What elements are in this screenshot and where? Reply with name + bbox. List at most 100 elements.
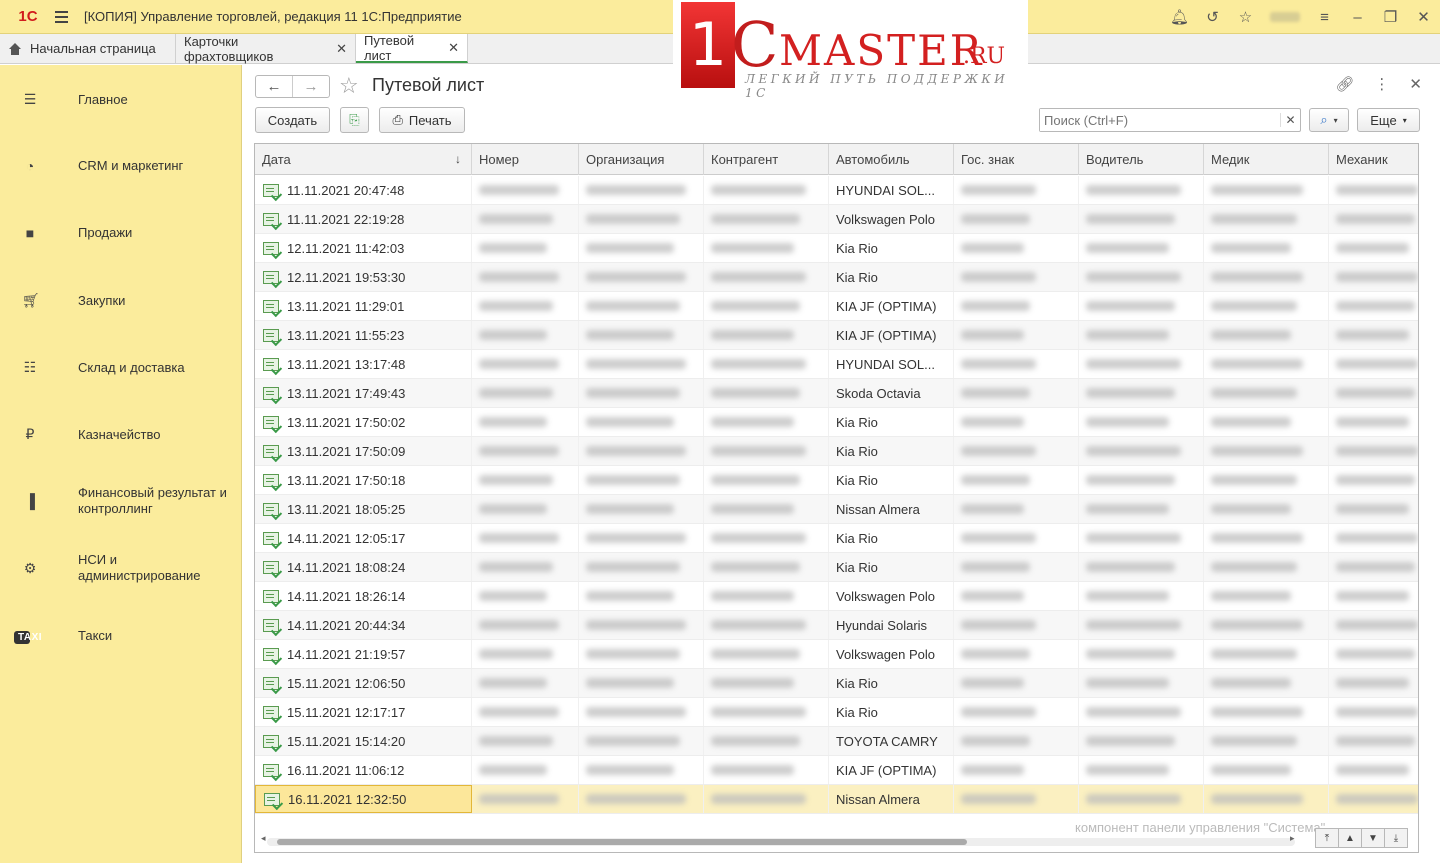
table-row[interactable]: 13.11.2021 17:50:09 Kia Rio <box>255 437 1418 466</box>
tab-waybill[interactable]: Путевой лист ✕ <box>356 33 468 63</box>
table-row[interactable]: 13.11.2021 13:17:48 HYUNDAI SOL... <box>255 350 1418 379</box>
restore-icon[interactable]: ❐ <box>1374 0 1407 34</box>
scroll-right-icon[interactable]: ▸ <box>1290 833 1295 844</box>
redacted-value <box>1086 504 1169 514</box>
minimize-icon[interactable]: – <box>1341 0 1374 34</box>
table-row[interactable]: 14.11.2021 12:05:17 Kia Rio <box>255 524 1418 553</box>
sidebar-item-sales[interactable]: ■ Продажи <box>0 225 242 241</box>
sidebar-item-finance[interactable]: ▐ Финансовый результат и контроллинг <box>0 485 242 517</box>
redacted-value <box>1211 446 1303 456</box>
column-header-plate[interactable]: Гос. знак <box>954 144 1079 175</box>
search-input[interactable] <box>1040 109 1280 131</box>
table-row[interactable]: 13.11.2021 18:05:25 Nissan Almera <box>255 495 1418 524</box>
cell-counterparty <box>704 408 829 436</box>
create-on-basis-button[interactable]: ⎘ <box>340 107 369 133</box>
column-header-label: Гос. знак <box>961 152 1015 167</box>
table-row[interactable]: 13.11.2021 17:50:02 Kia Rio <box>255 408 1418 437</box>
car-text: Volkswagen Polo <box>836 646 936 662</box>
link-icon[interactable]: 🔗︎ <box>1335 75 1354 93</box>
cell-driver <box>1079 727 1204 755</box>
clear-search-icon[interactable]: ✕ <box>1280 113 1300 127</box>
forward-arrow-icon[interactable]: → <box>292 76 329 97</box>
table-row[interactable]: 14.11.2021 20:44:34 Hyundai Solaris <box>255 611 1418 640</box>
column-header-number[interactable]: Номер <box>472 144 579 175</box>
table-row[interactable]: 13.11.2021 17:50:18 Kia Rio <box>255 466 1418 495</box>
column-header-medic[interactable]: Медик <box>1204 144 1329 175</box>
sidebar-item-treasury[interactable]: ₽ Казначейство <box>0 426 242 443</box>
column-header-driver[interactable]: Водитель <box>1079 144 1204 175</box>
column-header-date[interactable]: Дата ↓ <box>255 144 472 175</box>
bell-icon[interactable]: 🔔︎ <box>1163 0 1196 34</box>
button-label: Печать <box>408 112 452 128</box>
redacted-value <box>1086 794 1181 804</box>
redacted-value <box>586 707 686 717</box>
table-row[interactable]: 16.11.2021 11:06:12 KIA JF (OPTIMA) <box>255 756 1418 785</box>
table-row[interactable]: 13.11.2021 11:29:01 KIA JF (OPTIMA) <box>255 292 1418 321</box>
table-row[interactable]: 14.11.2021 21:19:57 Volkswagen Polo <box>255 640 1418 669</box>
car-text: Kia Rio <box>836 414 878 430</box>
history-icon[interactable]: ↺ <box>1196 0 1229 34</box>
favorite-star-icon[interactable]: ☆ <box>339 73 359 99</box>
cell-medic <box>1204 234 1329 262</box>
close-form-icon[interactable]: ✕ <box>1409 75 1422 93</box>
table-row[interactable]: 16.11.2021 12:32:50 Nissan Almera <box>255 785 1418 814</box>
scroll-top-icon[interactable]: ⤒ <box>1315 828 1339 848</box>
tab-carrier-cards[interactable]: Карточки фрахтовщиков ✕ <box>176 34 356 64</box>
create-button[interactable]: Создать <box>255 107 330 133</box>
table-row[interactable]: 12.11.2021 11:42:03 Kia Rio <box>255 234 1418 263</box>
scroll-bottom-icon[interactable]: ⤓ <box>1384 828 1408 848</box>
favorites-star-icon[interactable]: ☆ <box>1229 0 1262 34</box>
more-button[interactable]: Еще ▾ <box>1357 108 1420 132</box>
table-row[interactable]: 15.11.2021 15:14:20 TOYOTA CAMRY <box>255 727 1418 756</box>
table-row[interactable]: 15.11.2021 12:17:17 Kia Rio <box>255 698 1418 727</box>
sidebar-item-main[interactable]: ☰ Главное <box>0 91 242 108</box>
table-row[interactable]: 13.11.2021 11:55:23 KIA JF (OPTIMA) <box>255 321 1418 350</box>
column-header-counterparty[interactable]: Контрагент <box>704 144 829 175</box>
print-button[interactable]: ⎙ Печать <box>379 107 465 133</box>
column-header-mechanic[interactable]: Механик <box>1329 144 1418 175</box>
search-options-button[interactable]: ⌕ ▾ <box>1309 108 1349 132</box>
scroll-down-icon[interactable]: ▼ <box>1361 828 1385 848</box>
table-row[interactable]: 13.11.2021 17:49:43 Skoda Octavia <box>255 379 1418 408</box>
redacted-value <box>1086 591 1169 601</box>
table-row[interactable]: 14.11.2021 18:26:14 Volkswagen Polo <box>255 582 1418 611</box>
column-header-car[interactable]: Автомобиль <box>829 144 954 175</box>
redacted-value <box>961 765 1024 775</box>
column-header-organization[interactable]: Организация <box>579 144 704 175</box>
sidebar-item-purchases[interactable]: 🛒︎ Закупки <box>0 292 242 309</box>
table-row[interactable]: 12.11.2021 19:53:30 Kia Rio <box>255 263 1418 292</box>
redacted-value <box>711 533 806 543</box>
sidebar-item-taxi[interactable]: TAXI Такси <box>0 627 242 644</box>
cell-car: Kia Rio <box>829 263 954 291</box>
close-window-icon[interactable]: ✕ <box>1407 0 1440 34</box>
cell-car: Kia Rio <box>829 234 954 262</box>
cell-organization <box>579 466 704 494</box>
search-field[interactable]: ✕ <box>1039 108 1301 132</box>
back-arrow-icon[interactable]: ← <box>256 76 292 97</box>
cell-driver <box>1079 263 1204 291</box>
sidebar-item-warehouse[interactable]: ☷ Склад и доставка <box>0 359 242 376</box>
settings-menu-icon[interactable]: ≡ <box>1308 0 1341 34</box>
cell-mechanic <box>1329 669 1418 697</box>
sidebar-item-admin[interactable]: ⚙ НСИ и администрирование <box>0 552 242 584</box>
tab-home[interactable]: Начальная страница <box>0 34 176 63</box>
cell-driver <box>1079 321 1204 349</box>
user-name[interactable] <box>1270 12 1300 22</box>
table-row[interactable]: 11.11.2021 22:19:28 Volkswagen Polo <box>255 205 1418 234</box>
scrollbar-thumb[interactable] <box>277 839 967 845</box>
redacted-value <box>479 707 559 717</box>
more-actions-icon[interactable]: ⋮ <box>1374 75 1389 93</box>
cell-plate <box>954 205 1079 233</box>
scroll-left-icon[interactable]: ◂ <box>261 833 266 844</box>
table-row[interactable]: 15.11.2021 12:06:50 Kia Rio <box>255 669 1418 698</box>
posted-document-icon <box>263 734 279 748</box>
table-row[interactable]: 14.11.2021 18:08:24 Kia Rio <box>255 553 1418 582</box>
redacted-value <box>1086 388 1175 398</box>
table-row[interactable]: 11.11.2021 20:47:48 HYUNDAI SOL... <box>255 176 1418 205</box>
close-tab-icon[interactable]: ✕ <box>448 40 459 56</box>
main-menu-icon[interactable] <box>48 0 74 34</box>
close-tab-icon[interactable]: ✕ <box>336 41 347 57</box>
cell-mechanic <box>1329 321 1418 349</box>
sidebar-item-crm[interactable]: ◔ CRM и маркетинг <box>0 158 242 174</box>
scroll-up-icon[interactable]: ▲ <box>1338 828 1362 848</box>
